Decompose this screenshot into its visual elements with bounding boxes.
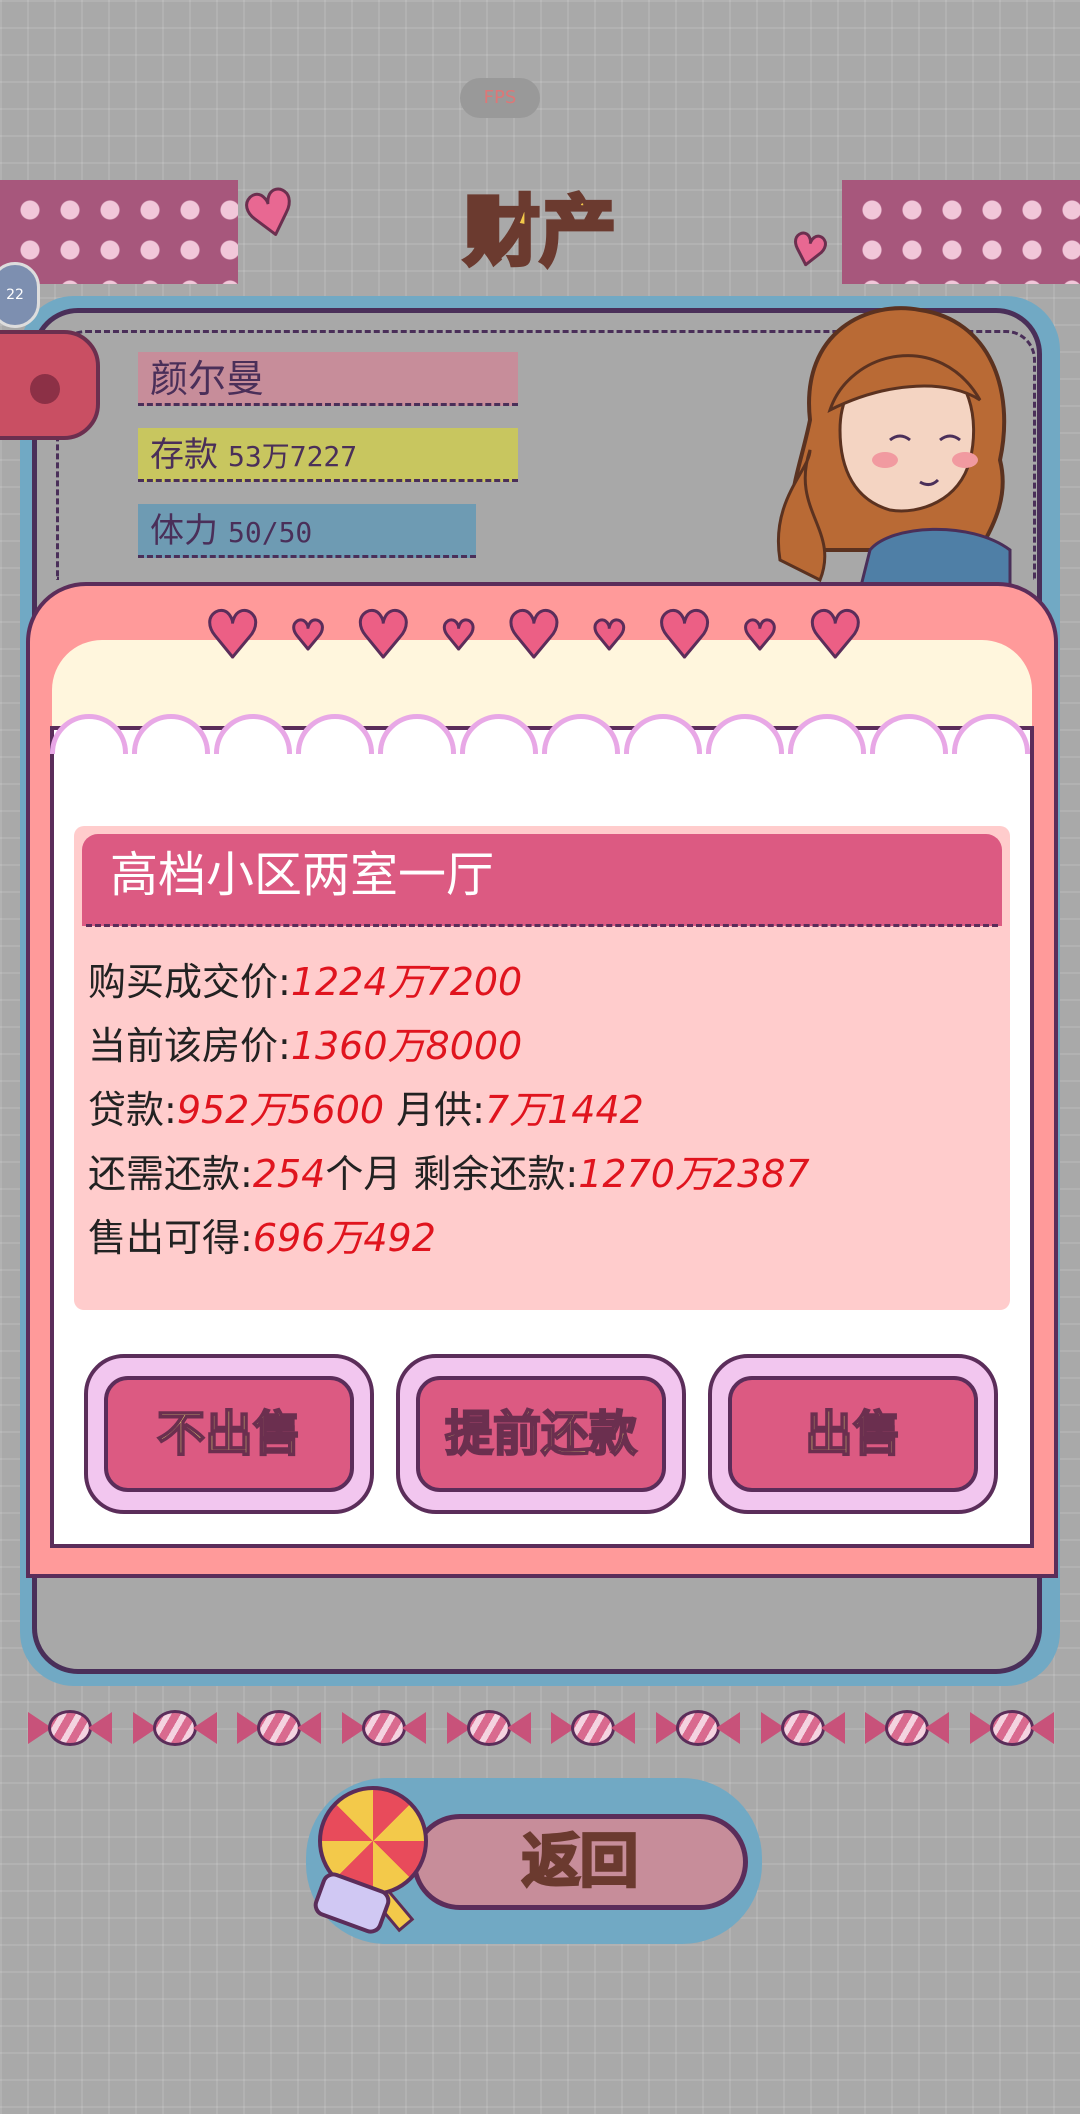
purchase-price-line: 购买成交价:1224万7200 bbox=[88, 952, 522, 1012]
candy-icon bbox=[340, 1702, 428, 1754]
character-portrait bbox=[776, 306, 1012, 590]
property-title: 高档小区两室一厅 bbox=[82, 834, 1002, 926]
candy-row bbox=[26, 1702, 1056, 1754]
heart-icon: ♥ bbox=[654, 598, 714, 675]
heart-icon: ♥ bbox=[741, 612, 780, 661]
not-sell-button[interactable]: 不出售 bbox=[104, 1376, 354, 1492]
stamina-label: 体力 bbox=[150, 511, 218, 551]
fps-indicator: FPS bbox=[460, 78, 540, 118]
remaining-line: 还需还款:254个月 剩余还款:1270万2387 bbox=[88, 1144, 810, 1204]
current-price-line: 当前该房价:1360万8000 bbox=[88, 1016, 522, 1076]
heart-icon: ♥ bbox=[784, 221, 834, 280]
monthly-payment-value: 7万1442 bbox=[484, 1088, 644, 1132]
sale-proceeds-label: 售出可得: bbox=[88, 1216, 253, 1260]
candy-icon bbox=[445, 1702, 533, 1754]
heart-icon: ♥ bbox=[235, 173, 307, 257]
purchase-price-value: 1224万7200 bbox=[290, 960, 523, 1004]
current-price-label: 当前该房价: bbox=[88, 1024, 291, 1068]
purchase-price-label: 购买成交价: bbox=[88, 960, 291, 1004]
remaining-repayment-label: 个月 剩余还款: bbox=[325, 1152, 579, 1196]
candy-icon bbox=[968, 1702, 1056, 1754]
heart-icon: ♥ bbox=[439, 612, 478, 661]
side-badge: 22 bbox=[0, 262, 40, 328]
stamina-value: 50/50 bbox=[228, 516, 313, 549]
sale-proceeds-line: 售出可得:696万492 bbox=[88, 1208, 436, 1268]
back-button[interactable]: 返回 bbox=[412, 1814, 748, 1910]
page-title: 财产 bbox=[462, 185, 618, 278]
title-divider bbox=[86, 924, 998, 927]
candy-icon bbox=[863, 1702, 951, 1754]
loan-label: 贷款: bbox=[88, 1088, 177, 1132]
stamina-stat: 体力 50/50 bbox=[138, 504, 476, 558]
sale-proceeds-value: 696万492 bbox=[252, 1216, 436, 1260]
savings-stat: 存款 53万7227 bbox=[138, 428, 518, 482]
savings-label: 存款 bbox=[150, 435, 218, 475]
sell-button[interactable]: 出售 bbox=[728, 1376, 978, 1492]
scallop-border bbox=[50, 714, 1034, 754]
heart-icon: ♥ bbox=[353, 598, 413, 675]
left-tape-decoration bbox=[0, 180, 238, 284]
candy-icon bbox=[759, 1702, 847, 1754]
loan-value: 952万5600 bbox=[176, 1088, 385, 1132]
candy-icon bbox=[131, 1702, 219, 1754]
heart-row: ♥ ♥ ♥ ♥ ♥ ♥ ♥ ♥ ♥ bbox=[202, 596, 865, 676]
remaining-months-value: 254 bbox=[252, 1152, 326, 1196]
current-price-value: 1360万8000 bbox=[290, 1024, 523, 1068]
loan-line: 贷款:952万5600 月供:7万1442 bbox=[88, 1080, 644, 1140]
heart-icon: ♥ bbox=[504, 598, 564, 675]
remaining-repayment-value: 1270万2387 bbox=[578, 1152, 810, 1196]
candy-icon bbox=[235, 1702, 323, 1754]
savings-value: 53万7227 bbox=[228, 440, 358, 473]
side-tab-dot-icon bbox=[30, 374, 60, 404]
right-tape-decoration bbox=[842, 180, 1080, 284]
heart-icon: ♥ bbox=[590, 612, 629, 661]
candy-icon bbox=[654, 1702, 742, 1754]
heart-icon: ♥ bbox=[805, 598, 865, 675]
remaining-months-label: 还需还款: bbox=[88, 1152, 253, 1196]
candy-icon bbox=[549, 1702, 637, 1754]
player-name: 颜尔曼 bbox=[138, 352, 518, 406]
prepay-button[interactable]: 提前还款 bbox=[416, 1376, 666, 1492]
candy-icon bbox=[26, 1702, 114, 1754]
heart-icon: ♥ bbox=[202, 598, 262, 675]
monthly-payment-label: 月供: bbox=[384, 1088, 485, 1132]
heart-icon: ♥ bbox=[289, 612, 328, 661]
